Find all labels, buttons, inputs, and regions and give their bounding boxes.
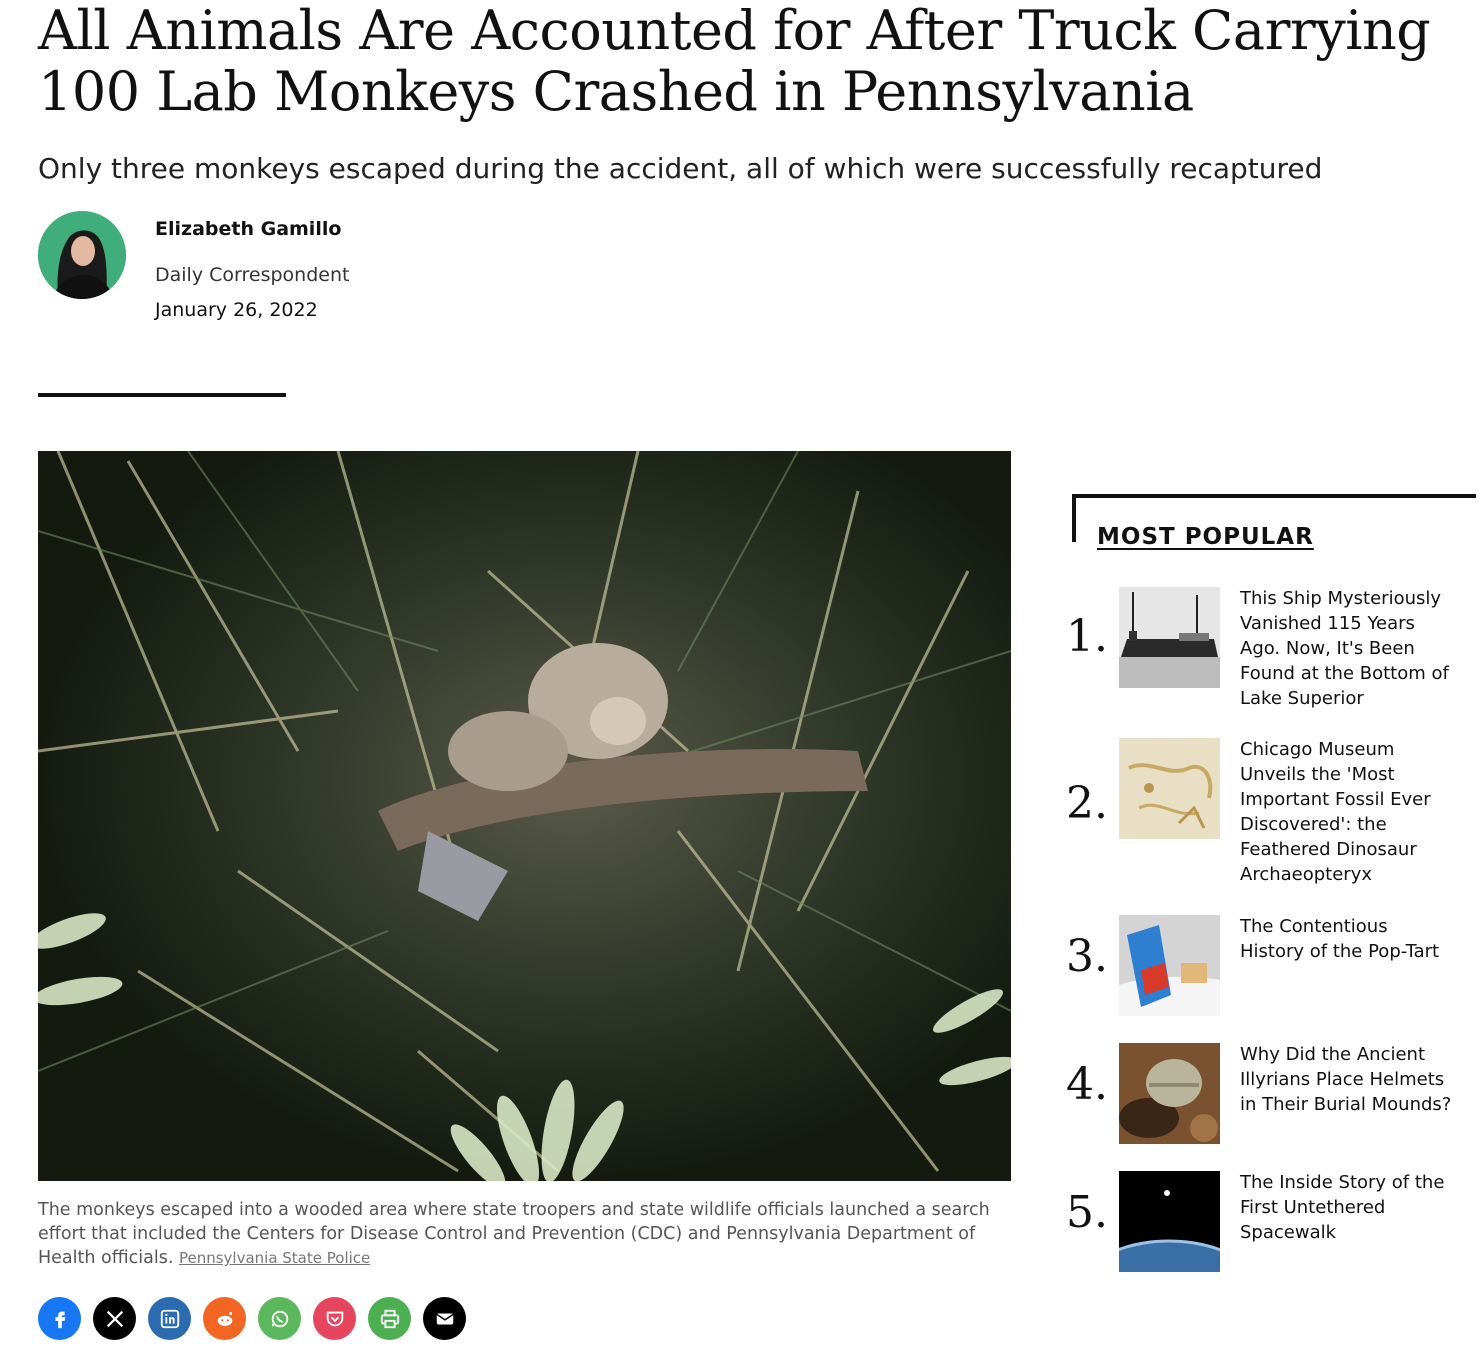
facebook-icon	[54, 1311, 65, 1328]
article-title: All Animals Are Accounted for After Truc…	[38, 0, 1431, 123]
author-name[interactable]: Elizabeth Gamillo	[155, 218, 341, 240]
pop-tart-thumbnail[interactable]	[1119, 915, 1220, 1016]
image-caption: The monkeys escaped into a wooded area w…	[38, 1198, 1013, 1270]
rank-number: 3.	[1066, 931, 1108, 982]
reddit-share-button[interactable]	[203, 1297, 246, 1340]
author-role: Daily Correspondent	[155, 264, 350, 286]
photo-credit-link[interactable]: Pennsylvania State Police	[179, 1249, 370, 1267]
rank-number: 4.	[1066, 1059, 1108, 1110]
most-popular-title[interactable]: This Ship Mysteriously Vanished 115 Year…	[1240, 586, 1455, 711]
most-popular-heading: MOST POPULAR	[1097, 524, 1314, 550]
helmet-thumbnail[interactable]	[1119, 1043, 1220, 1144]
x-share-button[interactable]	[93, 1297, 136, 1340]
article-subtitle: Only three monkeys escaped during the ac…	[38, 152, 1323, 185]
pocket-share-button[interactable]	[313, 1297, 356, 1340]
reddit-icon	[217, 1311, 232, 1326]
author-photo	[38, 211, 126, 299]
whatsapp-icon	[271, 1310, 288, 1327]
linkedin-icon	[160, 1309, 179, 1328]
most-popular-title[interactable]: The Inside Story of the First Untethered…	[1240, 1170, 1455, 1245]
spacewalk-photo	[1119, 1171, 1220, 1272]
spacewalk-thumbnail[interactable]	[1119, 1171, 1220, 1272]
x-icon	[106, 1310, 123, 1327]
pocket-icon	[326, 1311, 343, 1326]
facebook-share-button[interactable]	[38, 1297, 81, 1340]
email-icon	[435, 1313, 454, 1324]
rank-number: 2.	[1066, 778, 1108, 829]
most-popular-title[interactable]: Chicago Museum Unveils the 'Most Importa…	[1240, 737, 1455, 887]
linkedin-share-button[interactable]	[148, 1297, 191, 1340]
fossil-thumbnail[interactable]	[1119, 738, 1220, 839]
pop-tart-photo	[1119, 915, 1220, 1016]
fossil-photo	[1119, 738, 1220, 839]
most-popular-title[interactable]: The Contentious History of the Pop-Tart	[1240, 914, 1455, 964]
divider-rule	[38, 393, 286, 397]
email-share-button[interactable]	[423, 1297, 466, 1340]
helmet-photo	[1119, 1043, 1220, 1144]
ship-thumbnail[interactable]	[1119, 587, 1220, 688]
rank-number: 5.	[1066, 1187, 1108, 1238]
whatsapp-share-button[interactable]	[258, 1297, 301, 1340]
monkey-in-pine-branches-photo	[38, 451, 1011, 1181]
publish-date: January 26, 2022	[155, 299, 318, 321]
print-icon	[380, 1309, 399, 1328]
most-popular-title[interactable]: Why Did the Ancient Illyrians Place Helm…	[1240, 1042, 1455, 1117]
rank-number: 1.	[1066, 611, 1108, 662]
hero-image	[38, 451, 1011, 1181]
share-bar	[38, 1297, 466, 1340]
ship-photo	[1119, 587, 1220, 688]
print-button[interactable]	[368, 1297, 411, 1340]
author-avatar[interactable]	[38, 211, 126, 299]
